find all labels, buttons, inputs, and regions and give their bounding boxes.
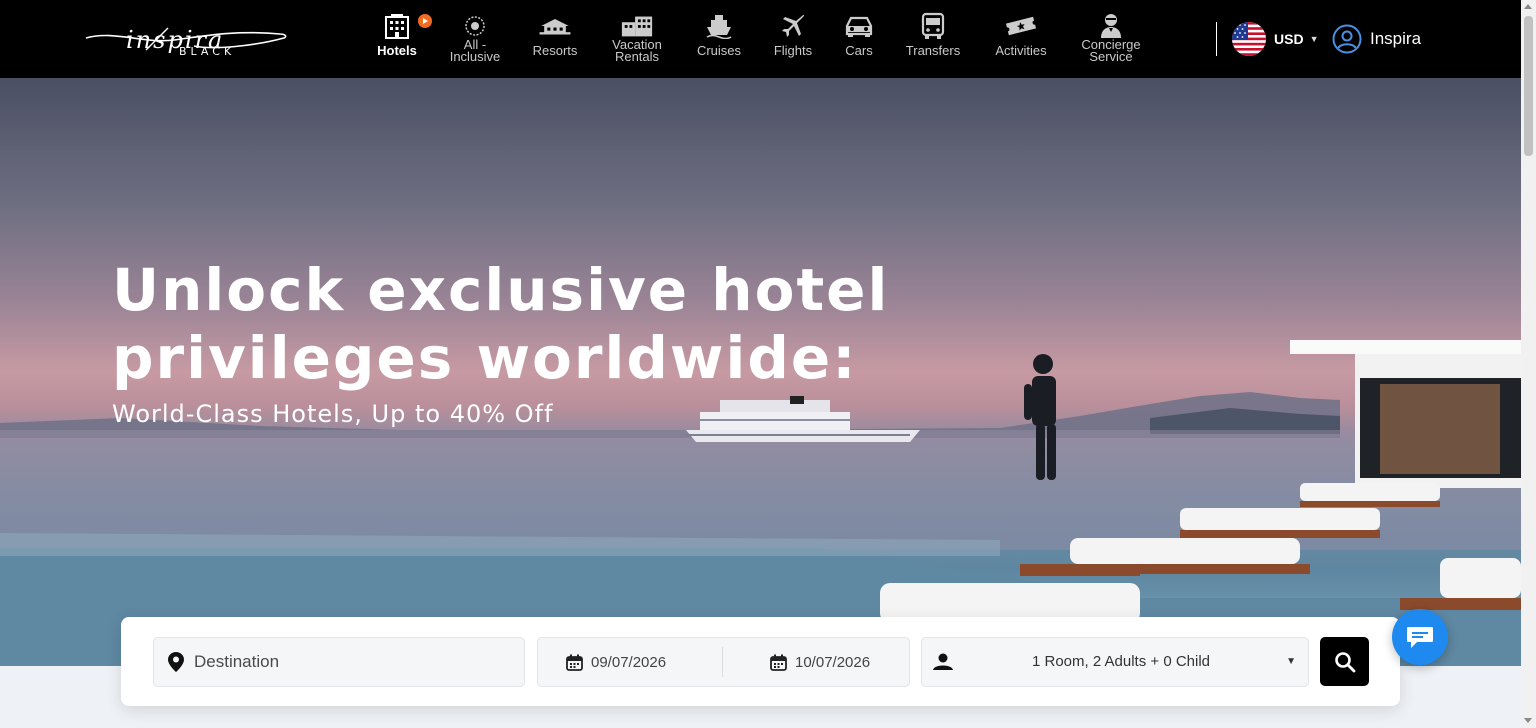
checkin-date-value: 09/07/2026 [591, 653, 667, 671]
map-pin-icon [168, 652, 184, 672]
nav-resorts-label: Resorts [532, 43, 578, 58]
nav-transfers[interactable]: Transfers [898, 0, 968, 78]
play-badge-icon [418, 14, 432, 28]
nav-concierge-service-label: Concierge Service [1081, 37, 1141, 64]
all-inclusive-icon [458, 12, 492, 40]
nav-hotels[interactable]: Hotels [362, 0, 432, 78]
hotel-search-panel: 09/07/2026 10/07/2026 1 Room, 2 Adults +… [121, 617, 1400, 706]
nav-cruises[interactable]: Cruises [686, 0, 752, 78]
nav-all-inclusive[interactable]: All - Inclusive [438, 0, 512, 78]
currency-caret-icon: ▼ [1309, 34, 1319, 44]
bus-icon [916, 12, 950, 40]
currency-code: USD [1274, 31, 1304, 47]
checkin-date[interactable]: 09/07/2026 [566, 638, 666, 686]
person-icon [933, 653, 953, 670]
hero-title: Unlock exclusive hotel privileges worldw… [112, 256, 890, 392]
currency-selector[interactable]: USD ▼ [1232, 22, 1318, 56]
rooms-guests-value: 1 Room, 2 Adults + 0 Child [1032, 653, 1211, 670]
search-button[interactable] [1320, 637, 1369, 686]
chat-widget-button[interactable] [1392, 609, 1448, 665]
nav-activities[interactable]: Activities [986, 0, 1056, 78]
nav-cruises-label: Cruises [696, 43, 742, 58]
rooms-guests-selector[interactable]: 1 Room, 2 Adults + 0 Child ▼ [921, 637, 1309, 687]
cruise-ship-icon [702, 12, 736, 40]
nav-hotels-label: Hotels [377, 43, 417, 58]
nav-flights[interactable]: Flights [762, 0, 824, 78]
page-scrollbar[interactable] [1521, 0, 1536, 728]
nav-flights-label: Flights [773, 43, 813, 58]
nav-transfers-label: Transfers [905, 43, 961, 58]
us-flag-icon [1232, 22, 1266, 56]
resort-icon [538, 12, 572, 40]
nav-all-inclusive-label: All - Inclusive [449, 37, 501, 64]
inspira-black-logo[interactable]: inspira BLACK [84, 16, 290, 64]
vacation-rental-icon [620, 12, 654, 40]
header-divider [1216, 22, 1217, 56]
checkout-date-value: 10/07/2026 [795, 653, 871, 671]
date-range-field[interactable]: 09/07/2026 10/07/2026 [537, 637, 910, 687]
top-navigation-bar: inspira BLACK Hotels All - Inclusive Res… [0, 0, 1521, 78]
nav-cars-label: Cars [845, 43, 873, 58]
hero-banner: Unlock exclusive hotel privileges worldw… [0, 78, 1521, 666]
checkout-date[interactable]: 10/07/2026 [770, 638, 870, 686]
car-icon [842, 12, 876, 40]
user-avatar-icon [1332, 24, 1362, 54]
destination-input[interactable] [194, 652, 494, 672]
chevron-down-icon: ▼ [1286, 656, 1296, 667]
search-icon [1334, 651, 1355, 672]
page: inspira BLACK Hotels All - Inclusive Res… [0, 0, 1536, 728]
chat-bubble-icon [1407, 627, 1433, 648]
ticket-icon [1004, 12, 1038, 40]
nav-cars[interactable]: Cars [832, 0, 886, 78]
nav-resorts[interactable]: Resorts [520, 0, 590, 78]
nav-vacation-rentals[interactable]: Vacation Rentals [600, 0, 674, 78]
nav-vacation-rentals-label: Vacation Rentals [612, 37, 662, 64]
hotel-icon [380, 12, 414, 40]
destination-field[interactable] [153, 637, 525, 687]
calendar-icon [566, 654, 583, 671]
scrollbar-thumb[interactable] [1524, 16, 1533, 156]
nav-activities-label: Activities [995, 43, 1047, 58]
logo-subtitle: BLACK [179, 45, 236, 58]
calendar-icon [770, 654, 787, 671]
user-account-menu[interactable]: Inspira [1332, 22, 1421, 56]
date-separator [722, 647, 723, 677]
scroll-up-arrow-icon[interactable] [1524, 4, 1532, 9]
hero-subtitle: World-Class Hotels, Up to 40% Off [112, 400, 554, 428]
scroll-down-arrow-icon[interactable] [1524, 718, 1532, 723]
nav-concierge-service[interactable]: Concierge Service [1074, 0, 1148, 78]
concierge-icon [1094, 12, 1128, 40]
user-name: Inspira [1370, 29, 1422, 48]
cruise-ship-image [686, 396, 920, 442]
airplane-icon [776, 12, 810, 40]
